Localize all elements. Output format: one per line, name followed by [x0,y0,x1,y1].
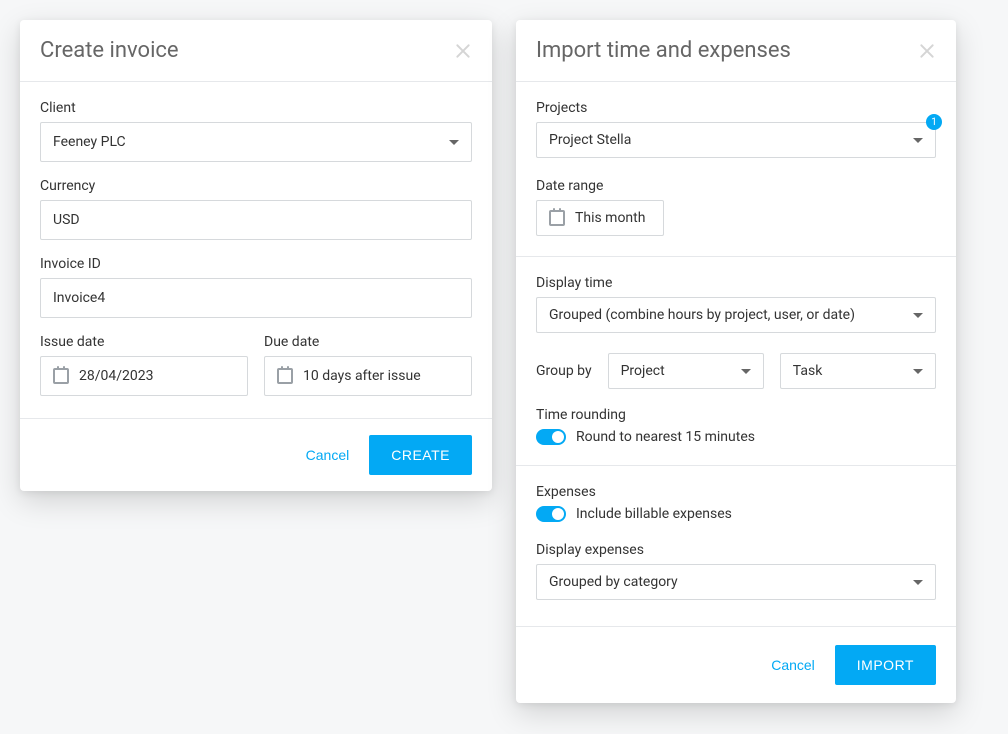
display-time-value: Grouped (combine hours by project, user,… [549,307,855,323]
time-rounding-label: Time rounding [536,407,936,423]
chevron-down-icon [913,138,923,143]
issue-date-field: Issue date 28/04/2023 [40,334,248,396]
expenses-toggle[interactable] [536,506,566,522]
display-expenses-select[interactable]: Grouped by category [536,564,936,600]
create-invoice-body: Client Feeney PLC Currency USD Invoice I… [20,82,492,418]
issue-date-input[interactable]: 28/04/2023 [40,356,248,396]
create-invoice-title: Create invoice [40,38,179,63]
import-header: Import time and expenses [516,20,956,82]
calendar-icon [277,368,293,384]
currency-field: Currency USD [40,178,472,240]
import-time-expenses-modal: Import time and expenses Projects Projec… [516,20,956,703]
expenses-section: Expenses Include billable expenses [536,484,936,522]
currency-input[interactable]: USD [40,200,472,240]
expenses-toggle-label: Include billable expenses [576,506,732,522]
group-by-select-1[interactable]: Project [608,353,764,389]
due-date-label: Due date [264,334,472,350]
create-invoice-footer: Cancel CREATE [20,418,492,491]
display-time-select[interactable]: Grouped (combine hours by project, user,… [536,297,936,333]
display-expenses-section: Display expenses Grouped by category [536,542,936,600]
date-range-section: Date range This month [536,178,936,236]
client-value: Feeney PLC [53,134,126,150]
create-button[interactable]: CREATE [369,435,472,475]
chevron-down-icon [913,313,923,318]
due-date-value: 10 days after issue [303,368,459,384]
issue-date-value: 28/04/2023 [79,368,235,384]
time-rounding-section: Time rounding Round to nearest 15 minute… [536,407,936,445]
display-expenses-label: Display expenses [536,542,936,558]
divider [516,256,956,257]
import-body: Projects Project Stella 1 Date range Thi… [516,82,956,626]
divider [516,465,956,466]
projects-value: Project Stella [549,132,631,148]
group-by-row: Group by Project Task [536,353,936,389]
projects-section: Projects Project Stella 1 [536,100,936,158]
time-rounding-toggle[interactable] [536,429,566,445]
calendar-icon [549,210,565,226]
cancel-button[interactable]: Cancel [306,447,350,463]
group-by-label: Group by [536,363,592,379]
close-icon[interactable] [918,42,936,60]
projects-count-badge: 1 [926,114,942,130]
date-range-label: Date range [536,178,936,194]
display-expenses-value: Grouped by category [549,574,678,590]
import-footer: Cancel IMPORT [516,626,956,703]
chevron-down-icon [913,580,923,585]
close-icon[interactable] [454,42,472,60]
chevron-down-icon [741,369,751,374]
time-rounding-value: Round to nearest 15 minutes [576,429,755,445]
group-by-select-2[interactable]: Task [780,353,936,389]
invoice-id-value: Invoice4 [53,290,105,306]
group-by-2-value: Task [793,363,823,379]
cancel-button[interactable]: Cancel [771,657,815,673]
create-invoice-modal: Create invoice Client Feeney PLC Currenc… [20,20,492,491]
issue-date-label: Issue date [40,334,248,350]
due-date-input[interactable]: 10 days after issue [264,356,472,396]
due-date-field: Due date 10 days after issue [264,334,472,396]
client-select[interactable]: Feeney PLC [40,122,472,162]
projects-select[interactable]: Project Stella [536,122,936,158]
chevron-down-icon [449,140,459,145]
display-time-label: Display time [536,275,936,291]
chevron-down-icon [913,369,923,374]
currency-value: USD [53,212,80,228]
import-button[interactable]: IMPORT [835,645,936,685]
invoice-id-field: Invoice ID Invoice4 [40,256,472,318]
calendar-icon [53,368,69,384]
date-range-value: This month [575,210,645,226]
currency-label: Currency [40,178,472,194]
client-label: Client [40,100,472,116]
invoice-id-label: Invoice ID [40,256,472,272]
expenses-label: Expenses [536,484,936,500]
projects-label: Projects [536,100,936,116]
import-title: Import time and expenses [536,38,791,63]
date-range-input[interactable]: This month [536,200,664,236]
create-invoice-header: Create invoice [20,20,492,82]
invoice-id-input[interactable]: Invoice4 [40,278,472,318]
client-field: Client Feeney PLC [40,100,472,162]
group-by-1-value: Project [621,363,665,379]
display-time-section: Display time Grouped (combine hours by p… [536,275,936,333]
